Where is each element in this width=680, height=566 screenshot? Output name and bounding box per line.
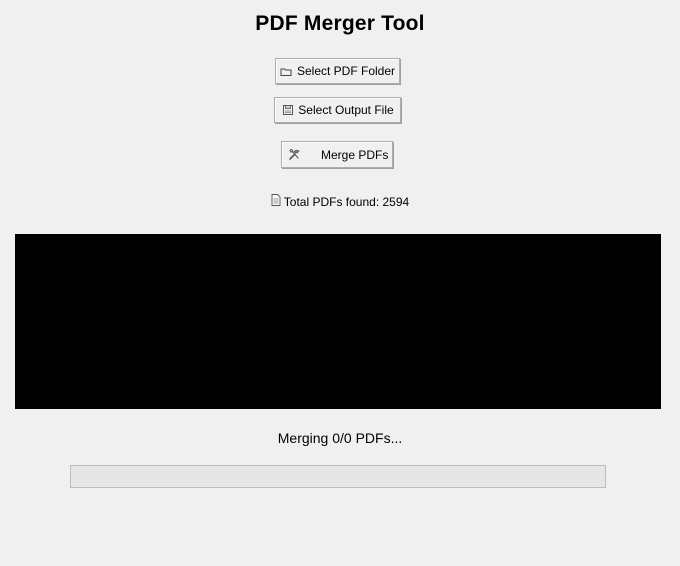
- app-title: PDF Merger Tool: [255, 12, 425, 35]
- total-pdfs-label: Total PDFs found: 2594: [283, 194, 410, 209]
- merge-status-text: Merging 0/0 PDFs...: [277, 430, 403, 446]
- select-pdf-folder-label: Select PDF Folder: [296, 64, 396, 78]
- select-pdf-folder-button[interactable]: Select PDF Folder: [275, 58, 400, 84]
- folder-icon: [280, 65, 293, 78]
- tools-icon: [288, 148, 301, 161]
- merge-pdfs-label: Merge PDFs: [321, 147, 389, 162]
- log-output-area[interactable]: [15, 234, 661, 409]
- document-icon: [271, 194, 281, 209]
- save-file-icon: [281, 104, 294, 117]
- total-pdfs-summary: Total PDFs found: 2594: [0, 194, 680, 209]
- merge-pdfs-button[interactable]: Merge PDFs: [281, 141, 393, 168]
- select-output-file-button[interactable]: Select Output File: [274, 97, 401, 123]
- merge-progress-bar: [70, 465, 606, 488]
- select-output-file-label: Select Output File: [298, 103, 394, 117]
